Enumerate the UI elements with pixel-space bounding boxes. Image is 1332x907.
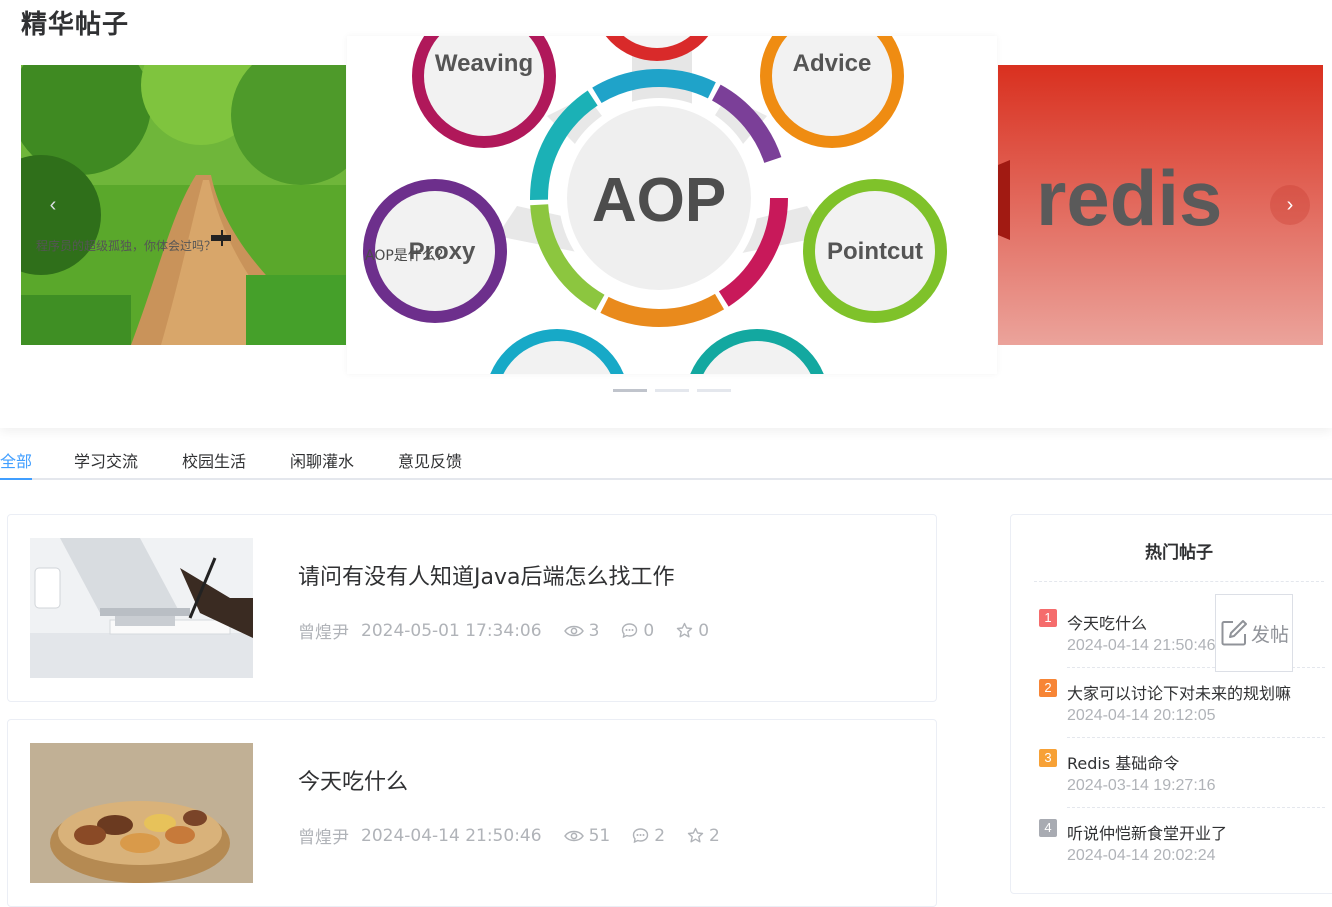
hot-post-time: 2024-04-14 20:12:05 [1067, 707, 1216, 724]
post-author[interactable]: 曾煌尹 [298, 618, 349, 643]
comments-stat: 0 [621, 621, 654, 641]
carousel-indicator[interactable] [697, 389, 731, 392]
hot-rank-badge: 2 [1039, 679, 1057, 697]
comments-stat: 2 [632, 826, 665, 846]
hot-rank-badge: 1 [1039, 609, 1057, 627]
stars-count: 2 [709, 825, 720, 846]
aop-node-advice: Advice [793, 50, 872, 77]
star-icon [677, 622, 693, 638]
eye-icon [563, 830, 584, 841]
new-post-label: 发帖 [1250, 623, 1289, 646]
aop-node-pointcut: Pointcut [827, 238, 923, 265]
hot-post-title[interactable]: 大家可以讨论下对未来的规划嘛 [1067, 680, 1291, 704]
views-count: 3 [588, 620, 600, 641]
carousel-indicator[interactable] [655, 389, 689, 392]
chevron-left-icon: ‹ [49, 193, 57, 216]
slide-caption: 程序员的超级孤独，你体会过吗？ [36, 239, 217, 253]
stars-count: 0 [698, 620, 710, 641]
comments-count: 0 [643, 620, 655, 641]
star-icon [687, 827, 704, 843]
hot-post-item[interactable]: 2 大家可以讨论下对未来的规划嘛 2024-04-14 20:12:05 [1039, 671, 1329, 741]
post-card[interactable]: 请问有没有人知道Java后端怎么找工作 曾煌尹 2024-05-01 17:34… [7, 514, 937, 702]
hot-post-time: 2024-03-14 19:27:16 [1067, 777, 1216, 794]
comment-icon [622, 623, 638, 639]
hot-post-title[interactable]: 今天吃什么 [1067, 610, 1147, 634]
divider [1034, 581, 1324, 582]
post-thumbnail[interactable] [30, 743, 253, 883]
edit-icon [1221, 620, 1247, 646]
divider [1067, 737, 1325, 738]
hot-posts-panel: 热门帖子 1 今天吃什么 2024-04-14 21:50:46 2 大家可以讨… [1010, 514, 1332, 894]
carousel-slide-active[interactable]: AOP Weaving Advice Proxy Pointcut AOP是什么… [347, 36, 997, 374]
chevron-right-icon: › [1286, 193, 1294, 216]
carousel-next-button[interactable]: › [1270, 185, 1310, 225]
tab-feedback[interactable]: 意见反馈 [398, 448, 462, 480]
hot-posts-title: 热门帖子 [1145, 543, 1213, 563]
stars-stat: 2 [687, 826, 720, 846]
hot-rank-badge: 4 [1039, 819, 1057, 837]
post-meta: 曾煌尹 2024-04-14 21:50:46 51 2 2 [298, 823, 742, 849]
post-meta: 曾煌尹 2024-05-01 17:34:06 3 0 0 [298, 618, 731, 644]
post-title[interactable]: 今天吃什么 [298, 764, 408, 796]
eye-icon [563, 625, 584, 636]
hot-post-time: 2024-04-14 20:02:24 [1067, 847, 1216, 864]
carousel-indicators [613, 389, 731, 392]
stars-stat: 0 [676, 621, 709, 641]
tab-all[interactable]: 全部 [0, 448, 33, 480]
carousel-prev-button[interactable]: ‹ [33, 185, 73, 225]
tab-chat[interactable]: 闲聊灌水 [290, 448, 354, 480]
hot-post-title[interactable]: Redis 基础命令 [1067, 750, 1179, 774]
post-title[interactable]: 请问有没有人知道Java后端怎么找工作 [298, 559, 674, 591]
views-stat: 3 [563, 620, 600, 641]
new-post-button[interactable]: 发帖 [1215, 594, 1293, 672]
comment-icon [633, 828, 649, 844]
hot-post-item[interactable]: 3 Redis 基础命令 2024-03-14 19:27:16 [1039, 741, 1329, 811]
post-thumbnail[interactable] [30, 538, 253, 678]
tab-study[interactable]: 学习交流 [74, 448, 138, 480]
tab-campus[interactable]: 校园生活 [182, 448, 246, 480]
hot-post-time: 2024-04-14 21:50:46 [1067, 637, 1216, 654]
post-time: 2024-04-14 21:50:46 [361, 825, 542, 846]
featured-section: 精华帖子 程序员的超级孤独，你体会过吗？ AOP Weaving Advice … [0, 0, 1332, 428]
aop-diagram-image: AOP Weaving Advice Proxy Pointcut [347, 36, 997, 374]
views-stat: 51 [563, 825, 611, 846]
divider [1067, 807, 1325, 808]
redis-logo-text: redis [1036, 154, 1222, 242]
carousel-indicator[interactable] [613, 389, 647, 392]
hot-rank-badge: 3 [1039, 749, 1057, 767]
views-count: 51 [588, 825, 611, 846]
post-author[interactable]: 曾煌尹 [298, 823, 349, 848]
aop-center-label: AOP [592, 166, 726, 235]
post-card[interactable]: 今天吃什么 曾煌尹 2024-04-14 21:50:46 51 2 2 [7, 719, 937, 907]
slide-caption: AOP是什么？ [365, 248, 450, 264]
featured-title: 精华帖子 [21, 10, 130, 40]
hot-post-title[interactable]: 听说仲恺新食堂开业了 [1067, 820, 1227, 844]
hot-post-item[interactable]: 4 听说仲恺新食堂开业了 2024-04-14 20:02:24 [1039, 811, 1329, 881]
post-time: 2024-05-01 17:34:06 [361, 620, 542, 641]
aop-node-weaving: Weaving [435, 50, 533, 77]
comments-count: 2 [654, 825, 666, 846]
category-tabs: 全部 学习交流 校园生活 闲聊灌水 意见反馈 [0, 440, 1332, 480]
